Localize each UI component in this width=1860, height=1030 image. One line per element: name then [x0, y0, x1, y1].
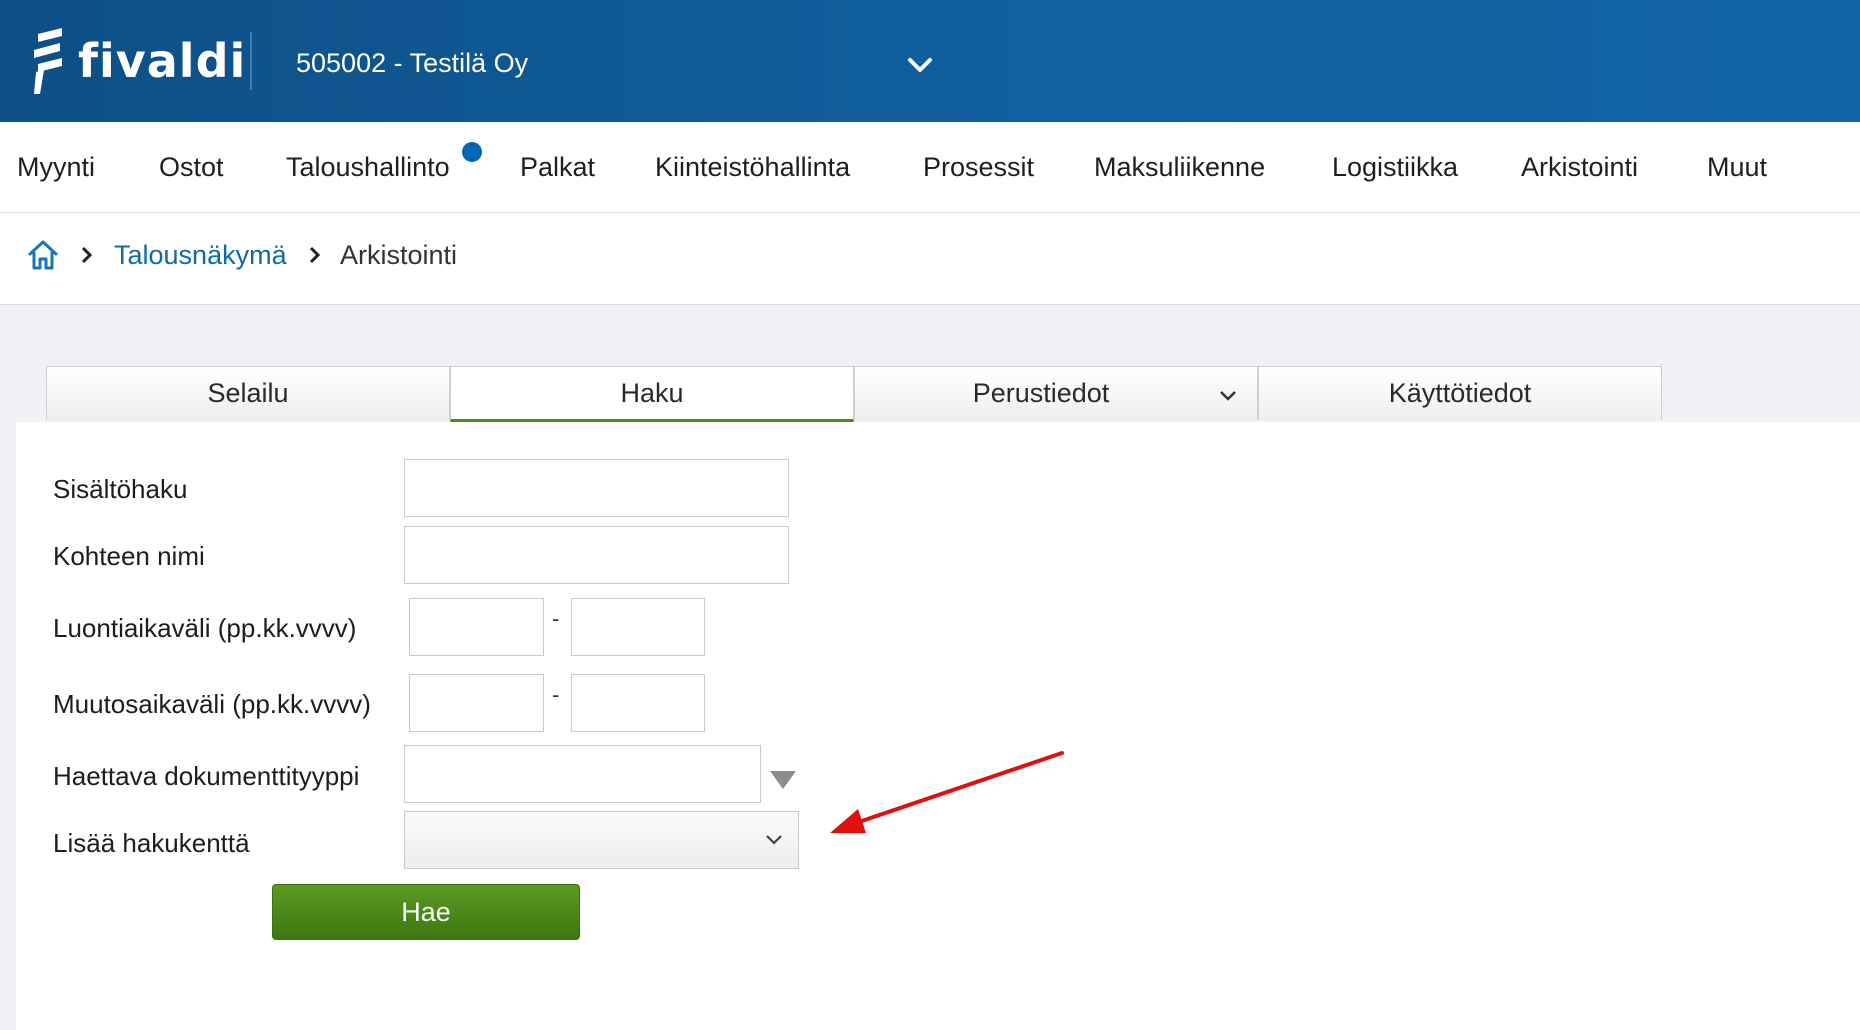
company-name[interactable]: 505002 - Testilä Oy	[296, 48, 528, 79]
tab-label: Käyttötiedot	[1388, 378, 1532, 408]
tab-bar: Selailu Haku Perustiedot Käyttötiedot	[46, 366, 1662, 422]
sisaltohaku-label: Sisältöhaku	[53, 474, 188, 504]
tab-label: Selailu	[207, 378, 289, 408]
hae-button-label: Hae	[401, 896, 451, 927]
tab-haku[interactable]: Haku	[450, 366, 854, 422]
muutosaikavali-to-input[interactable]	[571, 674, 705, 732]
nav-arkistointi[interactable]: Arkistointi	[1521, 152, 1638, 183]
nav-muut[interactable]: Muut	[1707, 152, 1767, 183]
lisaa-hakukentta-label: Lisää hakukenttä	[53, 828, 250, 858]
fivaldi-logo[interactable]: fivaldi	[32, 26, 246, 96]
nav-logistiikka[interactable]: Logistiikka	[1332, 152, 1458, 183]
dokumenttityyppi-label: Haettava dokumenttityyppi	[53, 761, 360, 791]
header-divider	[250, 32, 252, 90]
chevron-down-icon	[766, 835, 782, 845]
lisaa-hakukentta-select[interactable]	[404, 811, 799, 869]
tab-label: Perustiedot	[972, 378, 1110, 408]
breadcrumb-link-talousnakyma[interactable]: Talousnäkymä	[114, 240, 287, 271]
breadcrumb-current: Arkistointi	[340, 240, 458, 270]
main-navigation: Myynti Ostot Taloushallinto Palkat Kiint…	[0, 122, 1860, 213]
luontiaikavali-label: Luontiaikaväli (pp.kk.vvvv)	[53, 613, 357, 643]
chevron-right-icon	[309, 246, 321, 264]
dropdown-triangle-icon[interactable]	[770, 771, 796, 789]
home-icon[interactable]	[26, 238, 60, 272]
muutosaikavali-label: Muutosaikaväli (pp.kk.vvvv)	[53, 689, 371, 719]
sisaltohaku-input[interactable]	[404, 459, 789, 517]
date-range-separator: -	[552, 606, 560, 631]
nav-kiinteistohallinta[interactable]: Kiinteistöhallinta	[655, 152, 850, 183]
nav-prosessit[interactable]: Prosessit	[923, 152, 1034, 183]
chevron-down-icon[interactable]	[903, 50, 937, 80]
hae-search-button[interactable]: Hae	[272, 884, 580, 940]
logo-text: fivaldi	[78, 34, 247, 88]
dokumenttityyppi-input[interactable]	[404, 745, 761, 803]
tab-perustiedot[interactable]: Perustiedot	[854, 366, 1258, 420]
date-range-separator: -	[552, 682, 560, 707]
nav-ostot[interactable]: Ostot	[159, 152, 224, 183]
notification-dot	[462, 142, 482, 162]
breadcrumb: Talousnäkymä Arkistointi	[0, 213, 1860, 305]
chevron-right-icon	[81, 246, 93, 264]
nav-maksuliikenne[interactable]: Maksuliikenne	[1094, 152, 1265, 183]
tab-label: Haku	[620, 377, 684, 408]
chevron-down-icon	[1220, 391, 1236, 401]
kohteen-nimi-input[interactable]	[404, 526, 789, 584]
fivaldi-logo-icon	[34, 28, 62, 94]
luontiaikavali-to-input[interactable]	[571, 598, 705, 656]
muutosaikavali-from-input[interactable]	[409, 674, 544, 732]
annotation-arrow-icon	[830, 751, 1064, 833]
nav-palkat[interactable]: Palkat	[520, 152, 595, 183]
app-header: fivaldi 505002 - Testilä Oy	[0, 0, 1860, 122]
nav-myynti[interactable]: Myynti	[17, 152, 95, 183]
kohteen-nimi-label: Kohteen nimi	[53, 541, 205, 571]
nav-taloushallinto[interactable]: Taloushallinto	[286, 152, 450, 183]
luontiaikavali-from-input[interactable]	[409, 598, 544, 656]
tab-kayttotiedot[interactable]: Käyttötiedot	[1258, 366, 1662, 420]
tab-selailu[interactable]: Selailu	[46, 366, 450, 420]
